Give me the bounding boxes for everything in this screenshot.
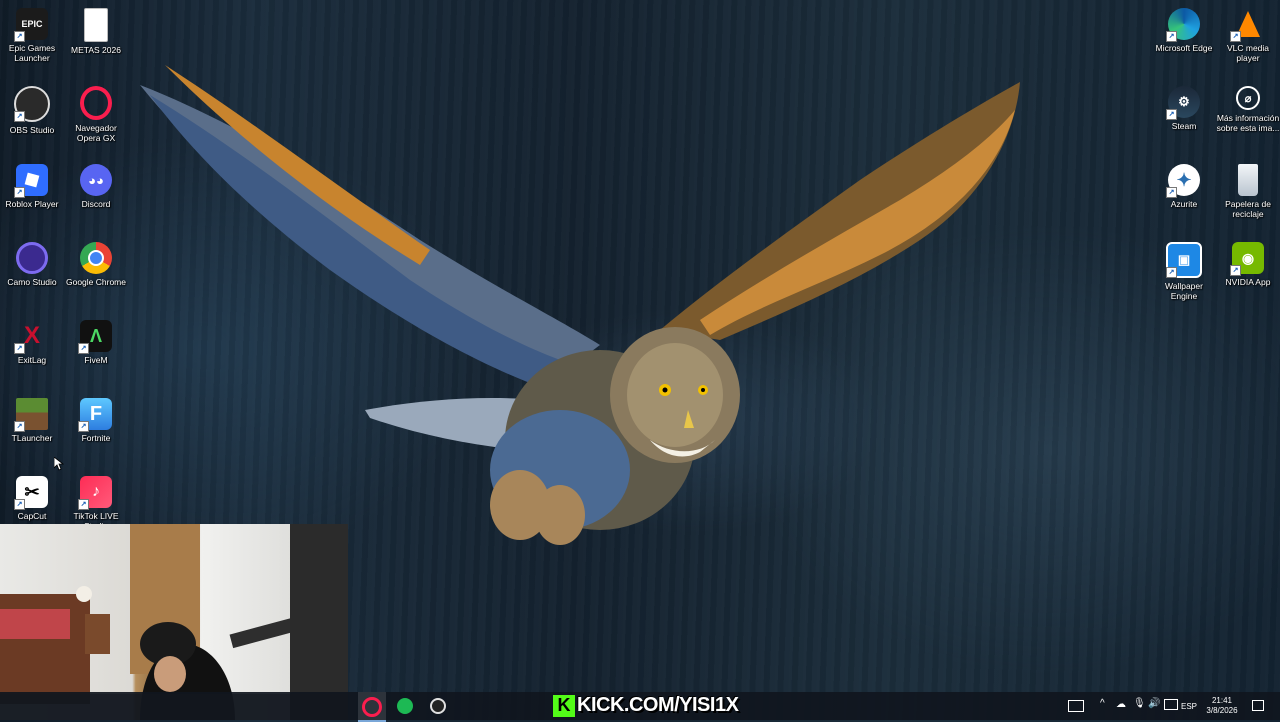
desktop-icon-azurite[interactable]: ✦ ↗ Azurite [1154,160,1214,234]
kick-channel-text: KICK.COM/YISI1X [577,694,739,716]
steam-icon: ⚙ ↗ [1166,86,1200,120]
clock[interactable]: 21:41 3/8/2026 [1204,696,1240,715]
spotify-taskbar-icon [397,698,413,714]
tlauncher-icon: ↗ [14,398,48,432]
desktop-icon-wallpaper-engine[interactable]: ▣ ↗ Wallpaper Engine [1154,238,1214,312]
clock-time: 21:41 [1211,696,1233,705]
capcut-icon: ✂ ↗ [14,476,48,510]
kick-logo-icon: K [553,694,575,717]
desktop-icon-label: CapCut [17,511,47,521]
network-icon[interactable] [1164,699,1178,710]
desktop-icon-label: Fortnite [81,433,111,443]
desktop-icon-roblox[interactable]: ↗ Roblox Player [2,160,62,234]
onedrive-cloud-icon[interactable]: ☁ [1116,699,1126,710]
vlc-icon: ↗ [1230,8,1264,42]
desktop-icon-papelera[interactable]: Papelera de reciclaje [1218,160,1278,234]
tiktok-live-icon: ♪ ↗ [78,476,112,510]
opera-gx-taskbar-icon [362,697,382,717]
desktop-icon-exitlag[interactable]: X ↗ ExitLag [2,316,62,390]
info-camera-icon: ⌀ [1236,86,1260,110]
desktop-icon-label: Google Chrome [65,277,126,287]
desktop-icon-steam[interactable]: ⚙ ↗ Steam [1154,82,1214,156]
notifications-icon[interactable] [1252,700,1264,711]
kick-channel-overlay: K KICK.COM/YISI1X [553,692,739,719]
desktop-icon-metas-2026[interactable]: METAS 2026 [66,4,126,78]
news-widget-icon[interactable] [1068,700,1084,712]
desktop-icon-label: Microsoft Edge [1155,43,1213,53]
exitlag-icon: X ↗ [14,320,48,354]
desktop-icon-camo-studio[interactable]: Camo Studio [2,238,62,312]
mouse-cursor-icon [54,457,64,471]
webcam-feed-image [0,524,348,720]
desktop-icon-label: Discord [81,199,111,209]
desktop-icon-epic-games[interactable]: EPIC ↗ Epic Games Launcher [2,4,62,78]
desktop-icon-fortnite[interactable]: F ↗ Fortnite [66,394,126,468]
desktop-icon-tlauncher[interactable]: ↗ TLauncher [2,394,62,468]
desktop-icon-fivem[interactable]: Λ ↗ FiveM [66,316,126,390]
desktop-icon-label: ExitLag [17,355,47,365]
desktop-icon-obs-studio[interactable]: ↗ OBS Studio [2,82,62,156]
obs-taskbar-icon [430,698,446,714]
desktop-icon-label: Epic Games Launcher [8,43,56,63]
opera-gx-icon [80,86,112,120]
webcam-overlay [0,524,348,720]
show-hidden-icons-chevron-icon[interactable]: ^ [1100,698,1105,709]
clock-date: 3/8/2026 [1206,706,1238,715]
desktop-icon-label: Más información sobre esta ima... [1216,113,1280,133]
desktop-icon-label: Papelera de reciclaje [1225,199,1271,219]
wallpaper-engine-icon: ▣ ↗ [1166,242,1202,278]
nvidia-icon: ◉ ↗ [1230,242,1264,276]
desktop-icon-label: Wallpaper Engine [1165,281,1203,301]
desktop-icon-discord[interactable]: ◕◕ Discord [66,160,126,234]
roblox-icon: ↗ [14,164,48,198]
volume-icon[interactable]: 🔊 [1148,698,1160,709]
desktop-icon-label: VLC media player [1226,43,1270,63]
epic-games-icon: EPIC ↗ [14,8,48,42]
desktop-icon-label: METAS 2026 [71,45,121,55]
fivem-icon: Λ ↗ [78,320,112,354]
desktop-icon-vlc[interactable]: ↗ VLC media player [1218,4,1278,78]
desktop-icon-label: FiveM [84,355,108,365]
microphone-icon[interactable]: 🎙 [1133,698,1146,709]
desktop-icon-label: Azurite [1170,199,1198,209]
azurite-icon: ✦ ↗ [1166,164,1200,198]
discord-icon: ◕◕ [80,164,112,196]
desktop-icon-nvidia-app[interactable]: ◉ ↗ NVIDIA App [1218,238,1278,312]
camo-studio-icon [16,242,48,274]
desktop-icon-label: Camo Studio [7,277,57,287]
desktop-icon-opera-gx[interactable]: Navegador Opera GX [66,82,126,156]
taskbar-item-opera-gx[interactable] [358,692,386,722]
obs-studio-icon: ↗ [14,86,50,122]
desktop-icon-google-chrome[interactable]: Google Chrome [66,238,126,312]
desktop-icon-label: Navegador Opera GX [75,123,117,143]
desktop-icon-label: NVIDIA App [1225,277,1271,287]
taskbar-item-spotify[interactable] [392,692,418,720]
text-document-icon [84,8,108,42]
desktop-icon-label: Roblox Player [5,199,59,209]
desktop-icon-label: TLauncher [11,433,53,443]
desktop-icon-mas-informacion[interactable]: ⌀ Más información sobre esta ima... [1216,82,1280,156]
desktop-icon-label: OBS Studio [9,125,55,135]
chrome-icon [80,242,112,274]
language-indicator[interactable]: ESP [1181,702,1197,711]
recycle-bin-icon [1238,164,1258,196]
desktop-icon-microsoft-edge[interactable]: ↗ Microsoft Edge [1154,4,1214,78]
fortnite-icon: F ↗ [78,398,112,432]
taskbar-item-obs[interactable] [425,692,451,720]
desktop-icon-label: Steam [1171,121,1197,131]
edge-icon: ↗ [1166,8,1200,42]
